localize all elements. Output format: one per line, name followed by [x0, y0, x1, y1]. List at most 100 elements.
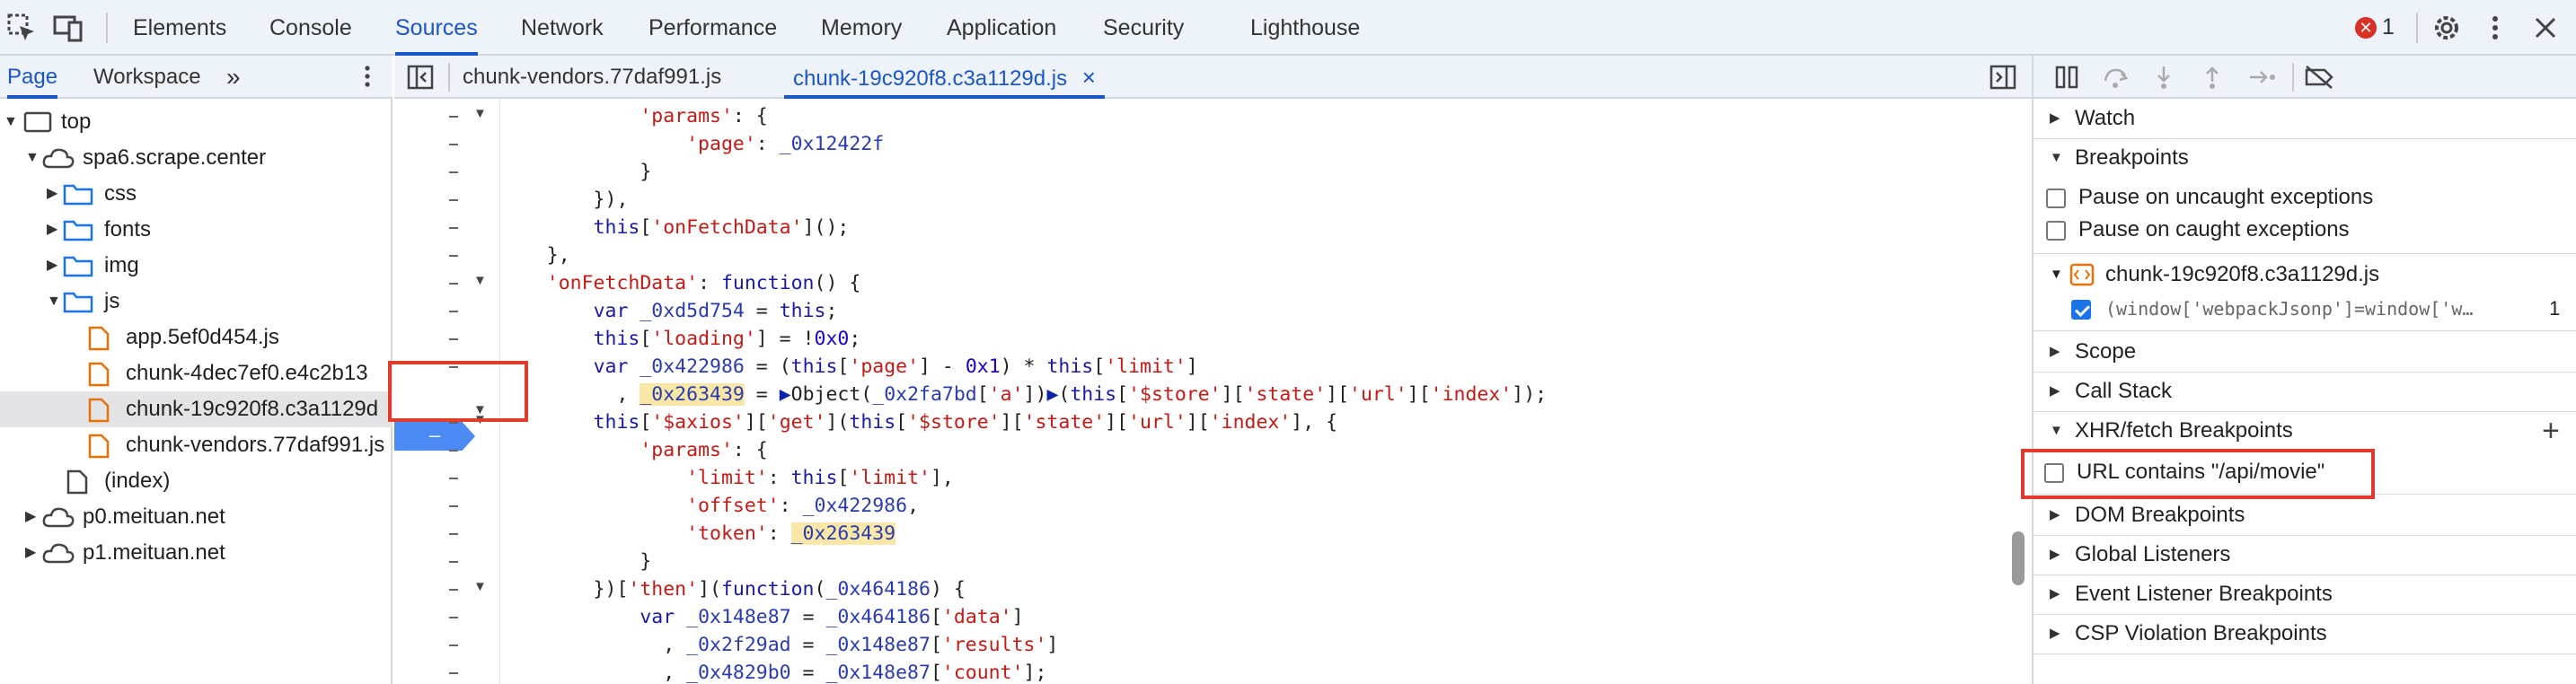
section-xhr-breakpoints[interactable]: ▼ XHR/fetch Breakpoints + [2033, 411, 2576, 451]
tab-elements[interactable]: Elements [133, 0, 226, 56]
tree-item-folder[interactable]: ▶ img [0, 248, 393, 284]
pause-icon[interactable] [2053, 65, 2080, 90]
add-xhr-breakpoint-icon[interactable]: + [2542, 411, 2560, 451]
tab-console[interactable]: Console [269, 0, 352, 56]
section-dom-breakpoints[interactable]: ▶ DOM Breakpoints [2033, 495, 2576, 535]
expand-triangle-icon[interactable]: ▼ [25, 140, 40, 176]
tree-item-domain[interactable]: ▼ spa6.scrape.center [0, 140, 393, 176]
code-line[interactable]: }), [500, 186, 629, 214]
toggle-debugger-icon[interactable] [1989, 65, 2016, 90]
device-toolbar-icon[interactable] [52, 12, 84, 44]
more-options-icon[interactable] [2479, 12, 2511, 44]
step-into-icon[interactable] [2150, 65, 2177, 90]
line-marker[interactable] [449, 255, 458, 257]
pause-uncaught-checkbox[interactable] [2046, 189, 2066, 208]
tree-item-file[interactable]: chunk-4dec7ef0.e4c2b13 [0, 355, 393, 391]
code-line[interactable]: 'limit': this['limit'], [500, 464, 954, 492]
settings-gear-icon[interactable] [2430, 12, 2463, 44]
section-event-listener-breakpoints[interactable]: ▶ Event Listener Breakpoints [2033, 574, 2576, 614]
tree-item-folder[interactable]: ▶ css [0, 176, 393, 212]
toggle-navigator-icon[interactable] [407, 65, 434, 90]
line-marker[interactable] [449, 617, 458, 618]
line-marker[interactable] [449, 422, 458, 424]
fold-toggle-icon[interactable]: ▼ [473, 106, 487, 121]
tab-security[interactable]: Security [1103, 0, 1184, 56]
tree-item-file[interactable]: (index) [0, 463, 393, 499]
tree-item-file[interactable]: chunk-vendors.77daf991.js [0, 427, 393, 463]
line-marker[interactable] [449, 589, 458, 591]
inspect-element-icon[interactable] [5, 12, 38, 44]
line-marker[interactable] [449, 505, 458, 507]
code-line[interactable]: })['then'](function(_0x464186) { [500, 575, 966, 603]
code-line[interactable]: this['onFetchData'](); [500, 214, 850, 241]
close-tab-icon[interactable]: × [1082, 64, 1096, 91]
line-marker[interactable] [449, 144, 458, 145]
tree-item-domain[interactable]: ▶ p1.meituan.net [0, 535, 393, 571]
tree-item-file-selected[interactable]: chunk-19c920f8.c3a1129d [0, 391, 393, 427]
code-line[interactable]: , _0x263439 = ▶Object(_0x2fa7bd['a'])▶(t… [500, 381, 1547, 408]
code-line[interactable]: this['loading'] = !0x0; [500, 325, 861, 353]
line-marker[interactable] [449, 227, 458, 229]
error-counter[interactable]: ✕ 1 [2355, 14, 2395, 41]
deactivate-breakpoints-icon[interactable] [2303, 65, 2335, 90]
code-line[interactable]: var _0x422986 = (this['page'] - 0x1) * t… [500, 353, 1198, 381]
code-line[interactable]: this['$axios']['get'](this['$store']['st… [500, 408, 1338, 436]
code-line[interactable]: , _0x4829b0 = _0x148e87['count']; [500, 659, 1046, 684]
step-over-icon[interactable] [2102, 65, 2129, 90]
code-line[interactable]: , _0x2f29ad = _0x148e87['results'] [500, 631, 1058, 659]
line-marker[interactable] [449, 561, 458, 563]
line-marker[interactable] [449, 672, 458, 674]
tab-workspace[interactable]: Workspace [93, 56, 201, 99]
close-devtools-icon[interactable] [2529, 12, 2562, 44]
tree-item-top[interactable]: ▼ top [0, 104, 393, 140]
code-line[interactable]: var _0x148e87 = _0x464186['data'] [500, 603, 1023, 631]
section-global-listeners[interactable]: ▶ Global Listeners [2033, 535, 2576, 574]
section-scope[interactable]: ▶ Scope [2033, 332, 2576, 372]
step-icon[interactable] [2247, 65, 2278, 90]
collapse-triangle-icon[interactable]: ▶ [25, 535, 36, 571]
tab-performance[interactable]: Performance [648, 0, 777, 56]
line-marker[interactable] [449, 450, 458, 452]
line-marker[interactable] [449, 533, 458, 535]
section-call-stack[interactable]: ▶ Call Stack [2033, 372, 2576, 411]
collapse-triangle-icon[interactable]: ▶ [25, 499, 36, 535]
tab-network[interactable]: Network [521, 0, 604, 56]
breakpoint-enabled-checkbox[interactable] [2071, 300, 2091, 320]
code-line[interactable]: }, [500, 241, 570, 269]
breakpoint-marker[interactable]: – [394, 422, 475, 451]
code-line[interactable]: 'offset': _0x422986, [500, 492, 919, 520]
tab-memory[interactable]: Memory [821, 0, 902, 56]
tree-item-file[interactable]: app.5ef0d454.js [0, 320, 393, 355]
code-line[interactable]: 'params': { [500, 436, 767, 464]
section-watch[interactable]: ▶ Watch [2033, 99, 2576, 138]
line-marker[interactable] [449, 283, 458, 285]
collapse-triangle-icon[interactable]: ▶ [47, 212, 57, 248]
code-line[interactable]: 'params': { [500, 102, 767, 130]
expand-triangle-icon[interactable]: ▼ [47, 284, 61, 320]
line-marker[interactable] [449, 116, 458, 118]
code-line[interactable]: 'onFetchData': function() { [500, 269, 861, 297]
breakpoint-file-group[interactable]: ▼ chunk-19c920f8.c3a1129d.js [2033, 259, 2576, 291]
editor-scrollbar[interactable] [2012, 531, 2025, 585]
breakpoint-code-snippet[interactable]: (window['webpackJsonp']=window['w… [2105, 293, 2473, 325]
navigator-menu-icon[interactable] [354, 63, 381, 90]
editor-tab-vendors[interactable]: chunk-vendors.77daf991.js [463, 56, 721, 99]
code-line[interactable]: 'token': _0x263439 [500, 520, 896, 548]
code-line[interactable]: 'page': _0x12422f [500, 130, 884, 158]
code-line[interactable]: var _0xd5d754 = this; [500, 297, 838, 325]
line-marker[interactable] [449, 311, 458, 312]
line-marker[interactable] [449, 199, 458, 201]
tree-item-domain[interactable]: ▶ p0.meituan.net [0, 499, 393, 535]
editor-tab-active[interactable]: chunk-19c920f8.c3a1129d.js × [784, 56, 1105, 99]
tab-sources[interactable]: Sources [395, 0, 478, 56]
line-marker[interactable] [449, 338, 458, 340]
collapse-triangle-icon[interactable]: ▶ [47, 176, 57, 212]
tab-page[interactable]: Page [7, 56, 58, 99]
tab-lighthouse[interactable]: Lighthouse [1250, 0, 1360, 56]
code-line[interactable]: } [500, 548, 651, 575]
code-line[interactable]: } [500, 158, 651, 186]
tree-item-folder[interactable]: ▶ fonts [0, 212, 393, 248]
fold-toggle-icon[interactable]: ▼ [473, 273, 487, 288]
line-marker[interactable] [449, 645, 458, 646]
collapse-triangle-icon[interactable]: ▶ [47, 248, 57, 284]
